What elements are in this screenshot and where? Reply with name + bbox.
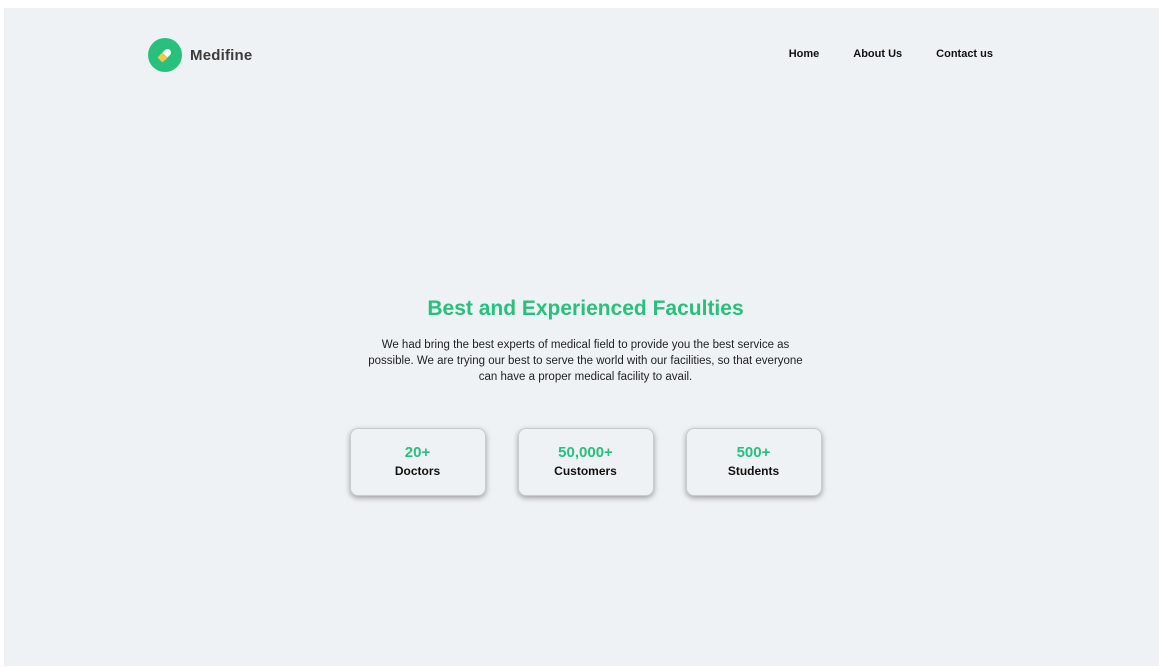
stat-label: Doctors xyxy=(394,464,441,478)
nav-home-link[interactable]: Home xyxy=(789,48,820,60)
stat-label: Students xyxy=(727,464,780,478)
hero-description: We had bring the best experts of medical… xyxy=(368,339,803,383)
hero-title: Best and Experienced Faculties xyxy=(427,297,744,320)
stat-card-doctors: 20+ Doctors xyxy=(349,428,486,496)
nav-about-link[interactable]: About Us xyxy=(853,48,902,60)
logo[interactable]: Medifine xyxy=(148,38,252,72)
pill-icon xyxy=(148,38,182,72)
page-background: Medifine Home About Us Contact us Best a… xyxy=(4,8,1159,666)
stat-value: 500+ xyxy=(736,444,771,461)
brand-name: Medifine xyxy=(190,46,253,64)
stats-row: 20+ Doctors 50,000+ Customers 500+ Stude… xyxy=(4,428,1159,496)
stat-value: 20+ xyxy=(404,444,431,461)
nav-contact-link[interactable]: Contact us xyxy=(936,48,993,60)
stat-card-customers: 50,000+ Customers xyxy=(517,428,654,496)
stat-label: Customers xyxy=(554,464,617,478)
top-nav: Home About Us Contact us xyxy=(789,48,993,60)
stat-card-students: 500+ Students xyxy=(685,428,822,496)
hero-section: Best and Experienced Faculties We had br… xyxy=(4,297,1159,385)
stat-value: 50,000+ xyxy=(558,444,613,461)
